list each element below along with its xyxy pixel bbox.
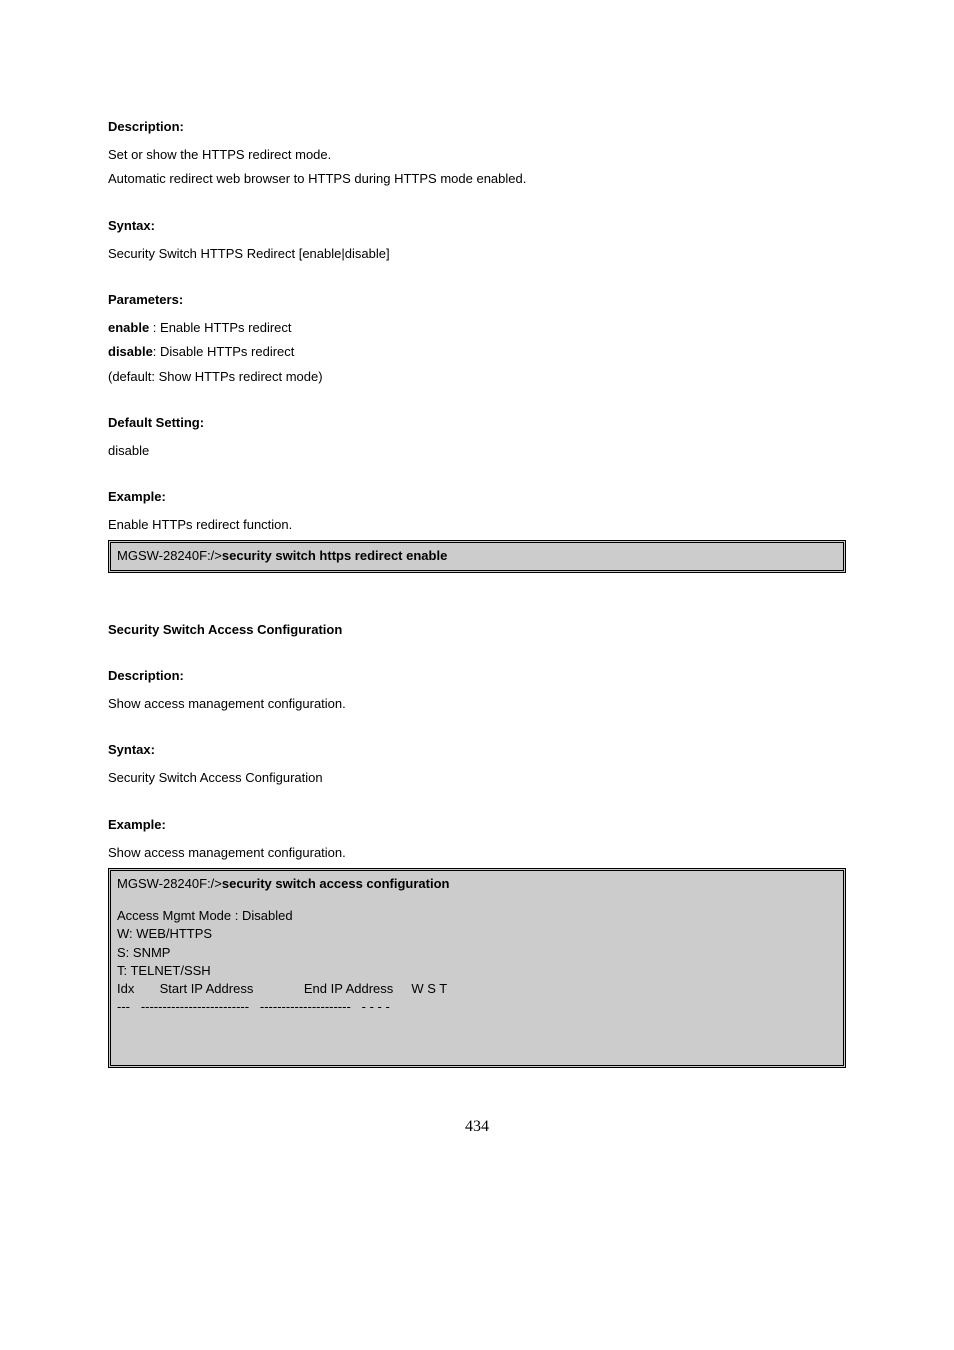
parameter-row: disable: Disable HTTPs redirect: [108, 343, 846, 361]
default-value: disable: [108, 442, 846, 460]
parameter-row: enable : Enable HTTPs redirect: [108, 319, 846, 337]
cli-command: security switch https redirect enable: [222, 548, 447, 563]
cli-output-line: --- ------------------------- ----------…: [117, 998, 837, 1016]
cli-output-line: W: WEB/HTTPS: [117, 925, 837, 943]
cli-output-line: T: TELNET/SSH: [117, 962, 837, 980]
heading-example: Example:: [108, 816, 846, 834]
syntax-text: Security Switch Access Configuration: [108, 769, 846, 787]
cli-command: security switch access configuration: [222, 876, 450, 891]
example-code-box: MGSW-28240F:/>security switch https redi…: [108, 540, 846, 572]
parameter-key: enable: [108, 320, 149, 335]
cli-prompt: MGSW-28240F:/>: [117, 876, 222, 891]
parameter-key: disable: [108, 344, 153, 359]
cli-output-line: Access Mgmt Mode : Disabled: [117, 907, 837, 925]
heading-description: Description:: [108, 667, 846, 685]
cli-line: MGSW-28240F:/>security switch https redi…: [117, 548, 447, 563]
cli-output-line: Idx Start IP Address End IP Address W S …: [117, 980, 837, 998]
heading-syntax: Syntax:: [108, 217, 846, 235]
heading-default-setting: Default Setting:: [108, 414, 846, 432]
example-desc: Show access management configuration.: [108, 844, 846, 862]
example-code-box: MGSW-28240F:/>security switch access con…: [108, 868, 846, 1068]
page-number: 434: [108, 1116, 846, 1138]
parameter-default-note: (default: Show HTTPs redirect mode): [108, 368, 846, 386]
parameter-desc: : Disable HTTPs redirect: [153, 344, 295, 359]
parameter-desc: : Enable HTTPs redirect: [149, 320, 291, 335]
cli-output-line: S: SNMP: [117, 944, 837, 962]
heading-syntax: Syntax:: [108, 741, 846, 759]
cli-prompt: MGSW-28240F:/>: [117, 548, 222, 563]
syntax-text: Security Switch HTTPS Redirect [enable|d…: [108, 245, 846, 263]
heading-example: Example:: [108, 488, 846, 506]
description-text: Automatic redirect web browser to HTTPS …: [108, 170, 846, 188]
description-text: Set or show the HTTPS redirect mode.: [108, 146, 846, 164]
example-desc: Enable HTTPs redirect function.: [108, 516, 846, 534]
heading-parameters: Parameters:: [108, 291, 846, 309]
description-text: Show access management configuration.: [108, 695, 846, 713]
document-page: Description: Set or show the HTTPS redir…: [0, 0, 954, 1350]
cli-line: MGSW-28240F:/>security switch access con…: [117, 875, 837, 893]
heading-description: Description:: [108, 118, 846, 136]
topic-heading: Security Switch Access Configuration: [108, 621, 846, 639]
